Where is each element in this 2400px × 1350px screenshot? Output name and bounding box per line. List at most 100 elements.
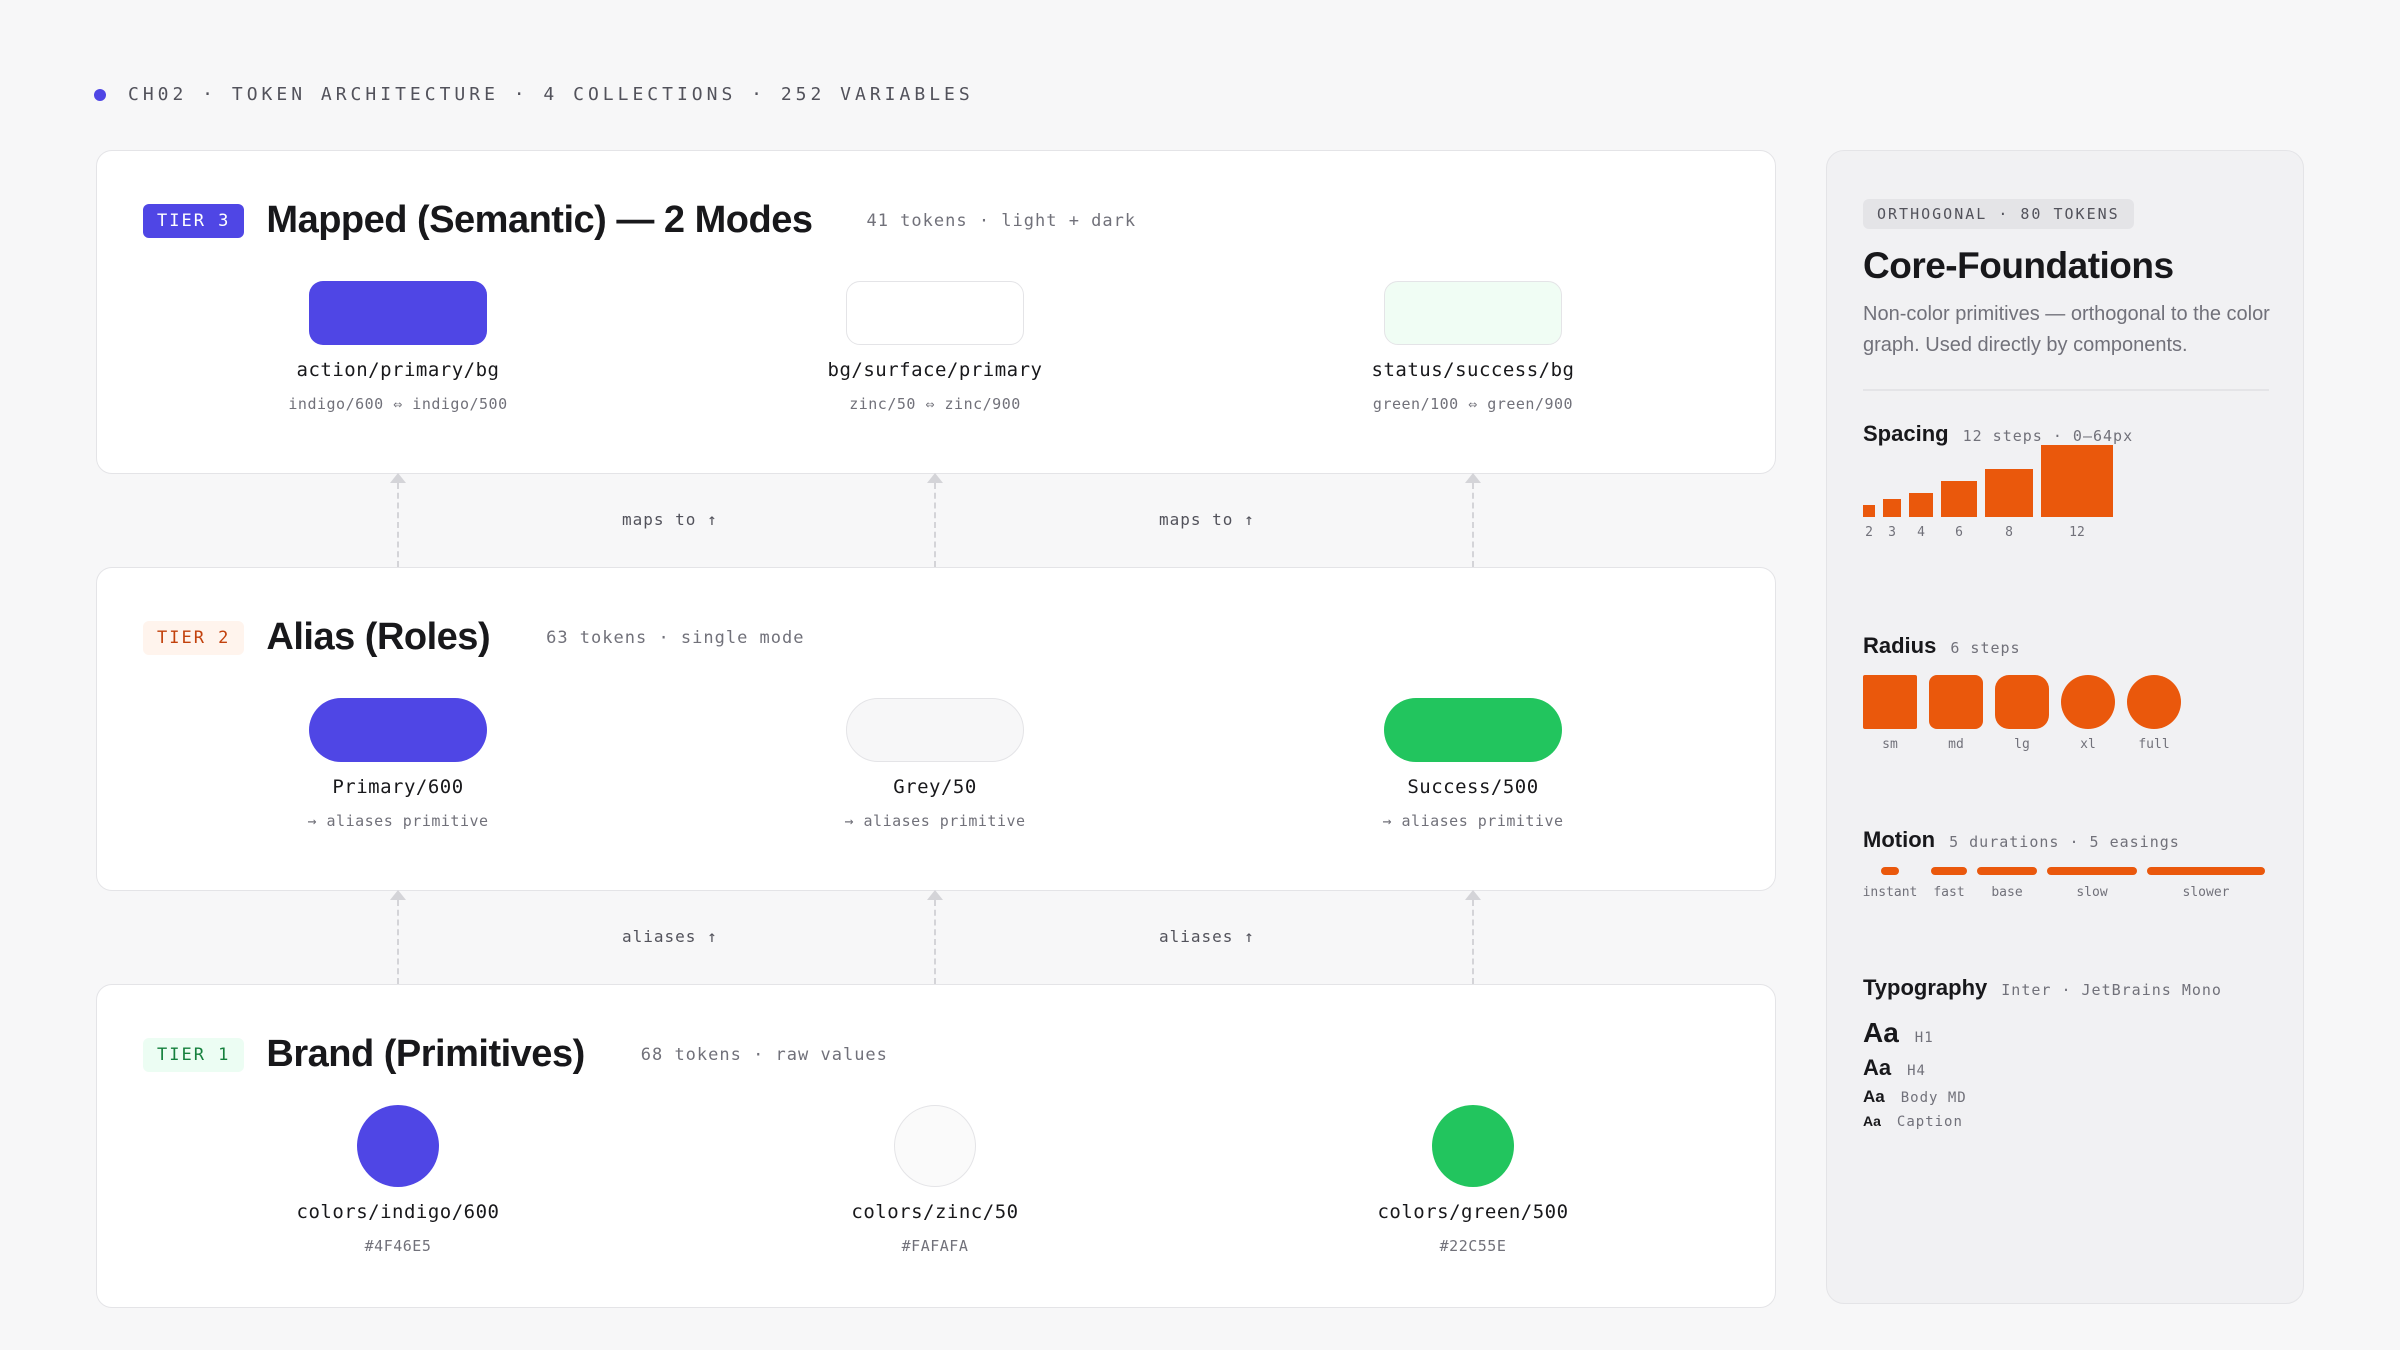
tier-2-card: TIER 2 Alias (Roles) 63 tokens · single …	[96, 567, 1776, 891]
tier-3-meta: 41 tokens · light + dark	[866, 210, 1137, 231]
typography-h4-row: Aa H4	[1863, 1055, 1926, 1081]
typography-label: H1	[1914, 1030, 1934, 1046]
spacing-step-label: 12	[2069, 525, 2085, 540]
token-action-primary-bg[interactable]: action/primary/bg indigo/600 ⇔ indigo/50…	[198, 281, 598, 413]
spacing-bar	[2041, 445, 2113, 517]
tier-1-meta: 68 tokens · raw values	[640, 1044, 888, 1065]
radius-label: lg	[2014, 737, 2030, 752]
tier-2-title: Alias (Roles)	[266, 616, 491, 658]
tier-1-card: TIER 1 Brand (Primitives) 68 tokens · ra…	[96, 984, 1776, 1308]
token-name: colors/green/500	[1377, 1201, 1569, 1223]
typography-sample: Aa	[1863, 1017, 1899, 1048]
spacing-bar	[1909, 493, 1933, 517]
typography-body-row: Aa Body MD	[1863, 1087, 1967, 1107]
typography-h1-row: Aa H1	[1863, 1017, 1934, 1049]
token-status-success-bg[interactable]: status/success/bg green/100 ⇔ green/900	[1273, 281, 1673, 413]
token-name: status/success/bg	[1371, 359, 1575, 381]
radius-label: md	[1948, 737, 1964, 752]
color-swatch	[1384, 698, 1562, 762]
color-swatch	[894, 1105, 976, 1187]
radius-full-swatch	[2127, 675, 2181, 729]
color-swatch	[1432, 1105, 1514, 1187]
motion-section-header: Motion 5 durations · 5 easings	[1863, 827, 2180, 853]
token-name: Success/500	[1407, 776, 1539, 798]
typography-sample: Aa	[1863, 1087, 1885, 1106]
token-colors-indigo-600[interactable]: colors/indigo/600 #4F46E5	[198, 1105, 598, 1255]
connector-label-maps-to: maps to ↑	[1159, 510, 1255, 529]
spacing-bar	[1941, 481, 1977, 517]
token-name: colors/indigo/600	[296, 1201, 500, 1223]
connector-line	[934, 483, 936, 567]
connector-label-aliases: aliases ↑	[1159, 927, 1255, 946]
typography-caption-row: Aa Caption	[1863, 1113, 1963, 1130]
token-mode-mapping: green/100 ⇔ green/900	[1372, 395, 1574, 413]
radius-label: sm	[1882, 737, 1898, 752]
panel-description: Non-color primitives — orthogonal to the…	[1863, 303, 2270, 356]
spacing-bar	[1985, 469, 2033, 517]
token-name: Grey/50	[893, 776, 977, 798]
color-swatch	[357, 1105, 439, 1187]
token-bg-surface-primary[interactable]: bg/surface/primary zinc/50 ⇔ zinc/900	[735, 281, 1135, 413]
token-name: colors/zinc/50	[851, 1201, 1019, 1223]
spacing-step-label: 3	[1888, 525, 1896, 540]
spacing-meta: 12 steps · 0–64px	[1962, 427, 2134, 445]
token-alias-note: → aliases primitive	[844, 812, 1026, 830]
motion-label: base	[1991, 885, 2023, 900]
radius-label: xl	[2080, 737, 2096, 752]
connector-line	[934, 900, 936, 984]
connector-line	[1472, 483, 1474, 567]
spacing-step-label: 4	[1917, 525, 1925, 540]
connector-line	[397, 900, 399, 984]
motion-title: Motion	[1863, 827, 1936, 852]
typography-section-header: Typography Inter · JetBrains Mono	[1863, 975, 2222, 1001]
radius-md-swatch	[1929, 675, 1983, 729]
arrow-up-icon	[390, 473, 406, 483]
token-success-500[interactable]: Success/500 → aliases primitive	[1273, 698, 1673, 830]
divider	[1863, 389, 2269, 391]
token-name: bg/surface/primary	[827, 359, 1043, 381]
token-name: action/primary/bg	[296, 359, 500, 381]
connector-label-aliases: aliases ↑	[622, 927, 718, 946]
motion-slower-bar	[2147, 867, 2265, 875]
motion-label: instant	[1862, 885, 1918, 900]
motion-instant-bar	[1881, 867, 1899, 875]
token-primary-600[interactable]: Primary/600 → aliases primitive	[198, 698, 598, 830]
radius-lg-swatch	[1995, 675, 2049, 729]
arrow-up-icon	[390, 890, 406, 900]
tier-3-card: TIER 3 Mapped (Semantic) — 2 Modes 41 to…	[96, 150, 1776, 474]
motion-label: slow	[2076, 885, 2108, 900]
token-hex-value: #4F46E5	[364, 1237, 432, 1255]
token-colors-zinc-50[interactable]: colors/zinc/50 #FAFAFA	[735, 1105, 1135, 1255]
connector-line	[397, 483, 399, 567]
connector-line	[1472, 900, 1474, 984]
typography-meta: Inter · JetBrains Mono	[2001, 981, 2222, 999]
tier-2-meta: 63 tokens · single mode	[546, 627, 805, 648]
connector-label-maps-to: maps to ↑	[622, 510, 718, 529]
arrow-up-icon	[927, 890, 943, 900]
motion-label: fast	[1933, 885, 1965, 900]
tier-2-badge: TIER 2	[143, 620, 245, 655]
token-mode-mapping: indigo/600 ⇔ indigo/500	[288, 395, 508, 413]
spacing-section-header: Spacing 12 steps · 0–64px	[1863, 421, 2133, 447]
token-alias-note: → aliases primitive	[307, 812, 489, 830]
tier-3-badge: TIER 3	[143, 203, 245, 238]
arrow-up-icon	[927, 473, 943, 483]
motion-label: slower	[2182, 885, 2230, 900]
spacing-bar	[1863, 505, 1875, 517]
radius-xl-swatch	[2061, 675, 2115, 729]
motion-base-bar	[1977, 867, 2037, 875]
spacing-bar	[1883, 499, 1901, 517]
motion-meta: 5 durations · 5 easings	[1949, 833, 2180, 851]
token-hex-value: #FAFAFA	[901, 1237, 969, 1255]
radius-meta: 6 steps	[1950, 639, 2021, 657]
tier-3-title: Mapped (Semantic) — 2 Modes	[266, 199, 813, 241]
token-hex-value: #22C55E	[1439, 1237, 1507, 1255]
radius-title: Radius	[1863, 633, 1937, 658]
token-grey-50[interactable]: Grey/50 → aliases primitive	[735, 698, 1135, 830]
core-foundations-panel: ORTHOGONAL · 80 TOKENS Core-Foundations …	[1826, 150, 2304, 1304]
typography-sample: Aa	[1863, 1113, 1881, 1129]
color-swatch	[846, 281, 1024, 345]
token-colors-green-500[interactable]: colors/green/500 #22C55E	[1273, 1105, 1673, 1255]
chapter-header-text: CH02 · TOKEN ARCHITECTURE · 4 COLLECTION…	[128, 84, 974, 105]
radius-section-header: Radius 6 steps	[1863, 633, 2021, 659]
